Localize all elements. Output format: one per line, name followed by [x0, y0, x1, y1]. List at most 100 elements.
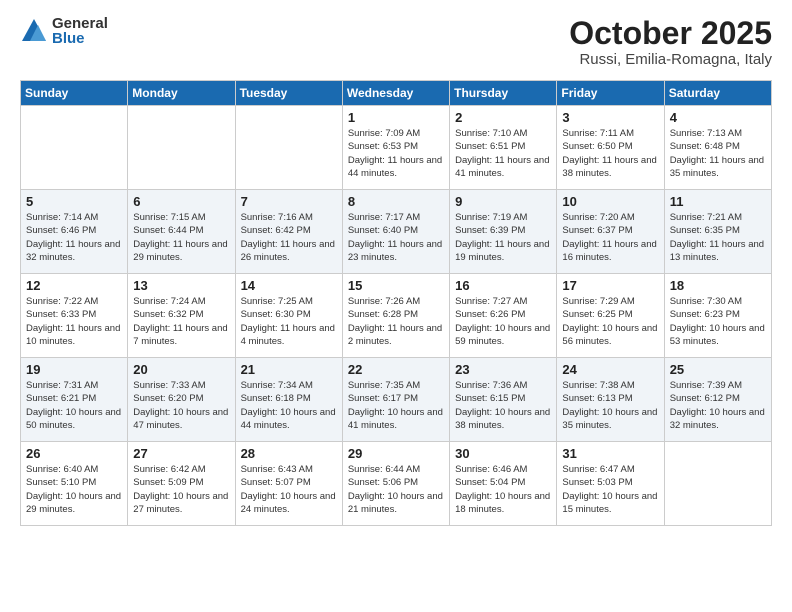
- day-number: 20: [133, 362, 229, 377]
- calendar-cell: 13 Sunrise: 7:24 AM Sunset: 6:32 PM Dayli…: [128, 274, 235, 358]
- day-number: 1: [348, 110, 444, 125]
- logo-text: General Blue: [52, 16, 108, 46]
- calendar-cell: 11 Sunrise: 7:21 AM Sunset: 6:35 PM Dayli…: [664, 190, 771, 274]
- day-info: Sunrise: 7:10 AM Sunset: 6:51 PM Dayligh…: [455, 127, 551, 180]
- day-info: Sunrise: 7:20 AM Sunset: 6:37 PM Dayligh…: [562, 211, 658, 264]
- weekday-header-friday: Friday: [557, 81, 664, 106]
- day-info: Sunrise: 7:27 AM Sunset: 6:26 PM Dayligh…: [455, 295, 551, 348]
- day-info: Sunrise: 7:17 AM Sunset: 6:40 PM Dayligh…: [348, 211, 444, 264]
- day-number: 4: [670, 110, 766, 125]
- day-info: Sunrise: 7:29 AM Sunset: 6:25 PM Dayligh…: [562, 295, 658, 348]
- day-info: Sunrise: 7:11 AM Sunset: 6:50 PM Dayligh…: [562, 127, 658, 180]
- day-number: 30: [455, 446, 551, 461]
- calendar-cell: 19 Sunrise: 7:31 AM Sunset: 6:21 PM Dayli…: [21, 358, 128, 442]
- calendar-cell: 20 Sunrise: 7:33 AM Sunset: 6:20 PM Dayli…: [128, 358, 235, 442]
- day-info: Sunrise: 7:09 AM Sunset: 6:53 PM Dayligh…: [348, 127, 444, 180]
- day-info: Sunrise: 7:15 AM Sunset: 6:44 PM Dayligh…: [133, 211, 229, 264]
- logo-general: General: [52, 16, 108, 31]
- weekday-header-thursday: Thursday: [450, 81, 557, 106]
- calendar-cell: 21 Sunrise: 7:34 AM Sunset: 6:18 PM Dayli…: [235, 358, 342, 442]
- day-info: Sunrise: 6:43 AM Sunset: 5:07 PM Dayligh…: [241, 463, 337, 516]
- weekday-header-saturday: Saturday: [664, 81, 771, 106]
- day-number: 22: [348, 362, 444, 377]
- day-number: 28: [241, 446, 337, 461]
- day-info: Sunrise: 7:22 AM Sunset: 6:33 PM Dayligh…: [26, 295, 122, 348]
- calendar-cell: 22Sunrise: 7:35 AM Sunset: 6:17 PM Dayli…: [342, 358, 449, 442]
- day-number: 17: [562, 278, 658, 293]
- calendar-body: 1 Sunrise: 7:09 AM Sunset: 6:53 PM Daylig…: [21, 106, 772, 526]
- calendar-cell: 30 Sunrise: 6:46 AM Sunset: 5:04 PM Dayli…: [450, 442, 557, 526]
- day-number: 24: [562, 362, 658, 377]
- weekday-header-sunday: Sunday: [21, 81, 128, 106]
- calendar-cell: 26 Sunrise: 6:40 AM Sunset: 5:10 PM Dayli…: [21, 442, 128, 526]
- calendar-cell: 7Sunrise: 7:16 AM Sunset: 6:42 PM Daylig…: [235, 190, 342, 274]
- calendar-week-2: 5Sunrise: 7:14 AM Sunset: 6:46 PM Daylig…: [21, 190, 772, 274]
- calendar-cell: [664, 442, 771, 526]
- calendar-cell: 12Sunrise: 7:22 AM Sunset: 6:33 PM Dayli…: [21, 274, 128, 358]
- logo-icon: [20, 17, 48, 45]
- month-title: October 2025: [569, 16, 772, 51]
- calendar-cell: 27Sunrise: 6:42 AM Sunset: 5:09 PM Dayli…: [128, 442, 235, 526]
- calendar-cell: 29 Sunrise: 6:44 AM Sunset: 5:06 PM Dayli…: [342, 442, 449, 526]
- calendar-cell: 25Sunrise: 7:39 AM Sunset: 6:12 PM Dayli…: [664, 358, 771, 442]
- day-number: 9: [455, 194, 551, 209]
- calendar-cell: 1 Sunrise: 7:09 AM Sunset: 6:53 PM Daylig…: [342, 106, 449, 190]
- day-info: Sunrise: 7:34 AM Sunset: 6:18 PM Dayligh…: [241, 379, 337, 432]
- day-info: Sunrise: 7:30 AM Sunset: 6:23 PM Dayligh…: [670, 295, 766, 348]
- calendar-cell: [21, 106, 128, 190]
- day-info: Sunrise: 7:14 AM Sunset: 6:46 PM Dayligh…: [26, 211, 122, 264]
- day-number: 23: [455, 362, 551, 377]
- day-number: 15: [348, 278, 444, 293]
- day-number: 21: [241, 362, 337, 377]
- calendar-cell: 16Sunrise: 7:27 AM Sunset: 6:26 PM Dayli…: [450, 274, 557, 358]
- calendar-table: SundayMondayTuesdayWednesdayThursdayFrid…: [20, 80, 772, 526]
- day-number: 31: [562, 446, 658, 461]
- day-info: Sunrise: 6:44 AM Sunset: 5:06 PM Dayligh…: [348, 463, 444, 516]
- day-number: 26: [26, 446, 122, 461]
- day-number: 6: [133, 194, 229, 209]
- location: Russi, Emilia-Romagna, Italy: [569, 51, 772, 68]
- calendar-cell: [235, 106, 342, 190]
- weekday-header-wednesday: Wednesday: [342, 81, 449, 106]
- day-number: 29: [348, 446, 444, 461]
- logo-blue: Blue: [52, 31, 108, 46]
- calendar-cell: 24 Sunrise: 7:38 AM Sunset: 6:13 PM Dayli…: [557, 358, 664, 442]
- logo: General Blue: [20, 16, 108, 46]
- calendar-cell: 31Sunrise: 6:47 AM Sunset: 5:03 PM Dayli…: [557, 442, 664, 526]
- day-number: 14: [241, 278, 337, 293]
- calendar-week-5: 26 Sunrise: 6:40 AM Sunset: 5:10 PM Dayli…: [21, 442, 772, 526]
- calendar-cell: 10Sunrise: 7:20 AM Sunset: 6:37 PM Dayli…: [557, 190, 664, 274]
- day-number: 18: [670, 278, 766, 293]
- title-section: October 2025 Russi, Emilia-Romagna, Ital…: [569, 16, 772, 68]
- day-number: 2: [455, 110, 551, 125]
- weekday-header-tuesday: Tuesday: [235, 81, 342, 106]
- calendar-cell: 15Sunrise: 7:26 AM Sunset: 6:28 PM Dayli…: [342, 274, 449, 358]
- calendar-header: SundayMondayTuesdayWednesdayThursdayFrid…: [21, 81, 772, 106]
- day-info: Sunrise: 6:46 AM Sunset: 5:04 PM Dayligh…: [455, 463, 551, 516]
- day-info: Sunrise: 7:16 AM Sunset: 6:42 PM Dayligh…: [241, 211, 337, 264]
- calendar-cell: [128, 106, 235, 190]
- day-info: Sunrise: 7:24 AM Sunset: 6:32 PM Dayligh…: [133, 295, 229, 348]
- day-info: Sunrise: 6:42 AM Sunset: 5:09 PM Dayligh…: [133, 463, 229, 516]
- day-number: 8: [348, 194, 444, 209]
- day-info: Sunrise: 7:31 AM Sunset: 6:21 PM Dayligh…: [26, 379, 122, 432]
- day-info: Sunrise: 6:40 AM Sunset: 5:10 PM Dayligh…: [26, 463, 122, 516]
- header: General Blue October 2025 Russi, Emilia-…: [20, 16, 772, 68]
- calendar-cell: 5Sunrise: 7:14 AM Sunset: 6:46 PM Daylig…: [21, 190, 128, 274]
- calendar-cell: 8 Sunrise: 7:17 AM Sunset: 6:40 PM Daylig…: [342, 190, 449, 274]
- day-number: 19: [26, 362, 122, 377]
- day-info: Sunrise: 7:36 AM Sunset: 6:15 PM Dayligh…: [455, 379, 551, 432]
- page: General Blue October 2025 Russi, Emilia-…: [0, 0, 792, 612]
- day-number: 13: [133, 278, 229, 293]
- day-info: Sunrise: 7:19 AM Sunset: 6:39 PM Dayligh…: [455, 211, 551, 264]
- calendar-cell: 3Sunrise: 7:11 AM Sunset: 6:50 PM Daylig…: [557, 106, 664, 190]
- calendar-week-4: 19 Sunrise: 7:31 AM Sunset: 6:21 PM Dayli…: [21, 358, 772, 442]
- day-info: Sunrise: 7:38 AM Sunset: 6:13 PM Dayligh…: [562, 379, 658, 432]
- day-info: Sunrise: 7:33 AM Sunset: 6:20 PM Dayligh…: [133, 379, 229, 432]
- weekday-header-monday: Monday: [128, 81, 235, 106]
- calendar-cell: 18 Sunrise: 7:30 AM Sunset: 6:23 PM Dayli…: [664, 274, 771, 358]
- day-number: 11: [670, 194, 766, 209]
- calendar-week-3: 12Sunrise: 7:22 AM Sunset: 6:33 PM Dayli…: [21, 274, 772, 358]
- day-info: Sunrise: 7:21 AM Sunset: 6:35 PM Dayligh…: [670, 211, 766, 264]
- calendar-cell: 14Sunrise: 7:25 AM Sunset: 6:30 PM Dayli…: [235, 274, 342, 358]
